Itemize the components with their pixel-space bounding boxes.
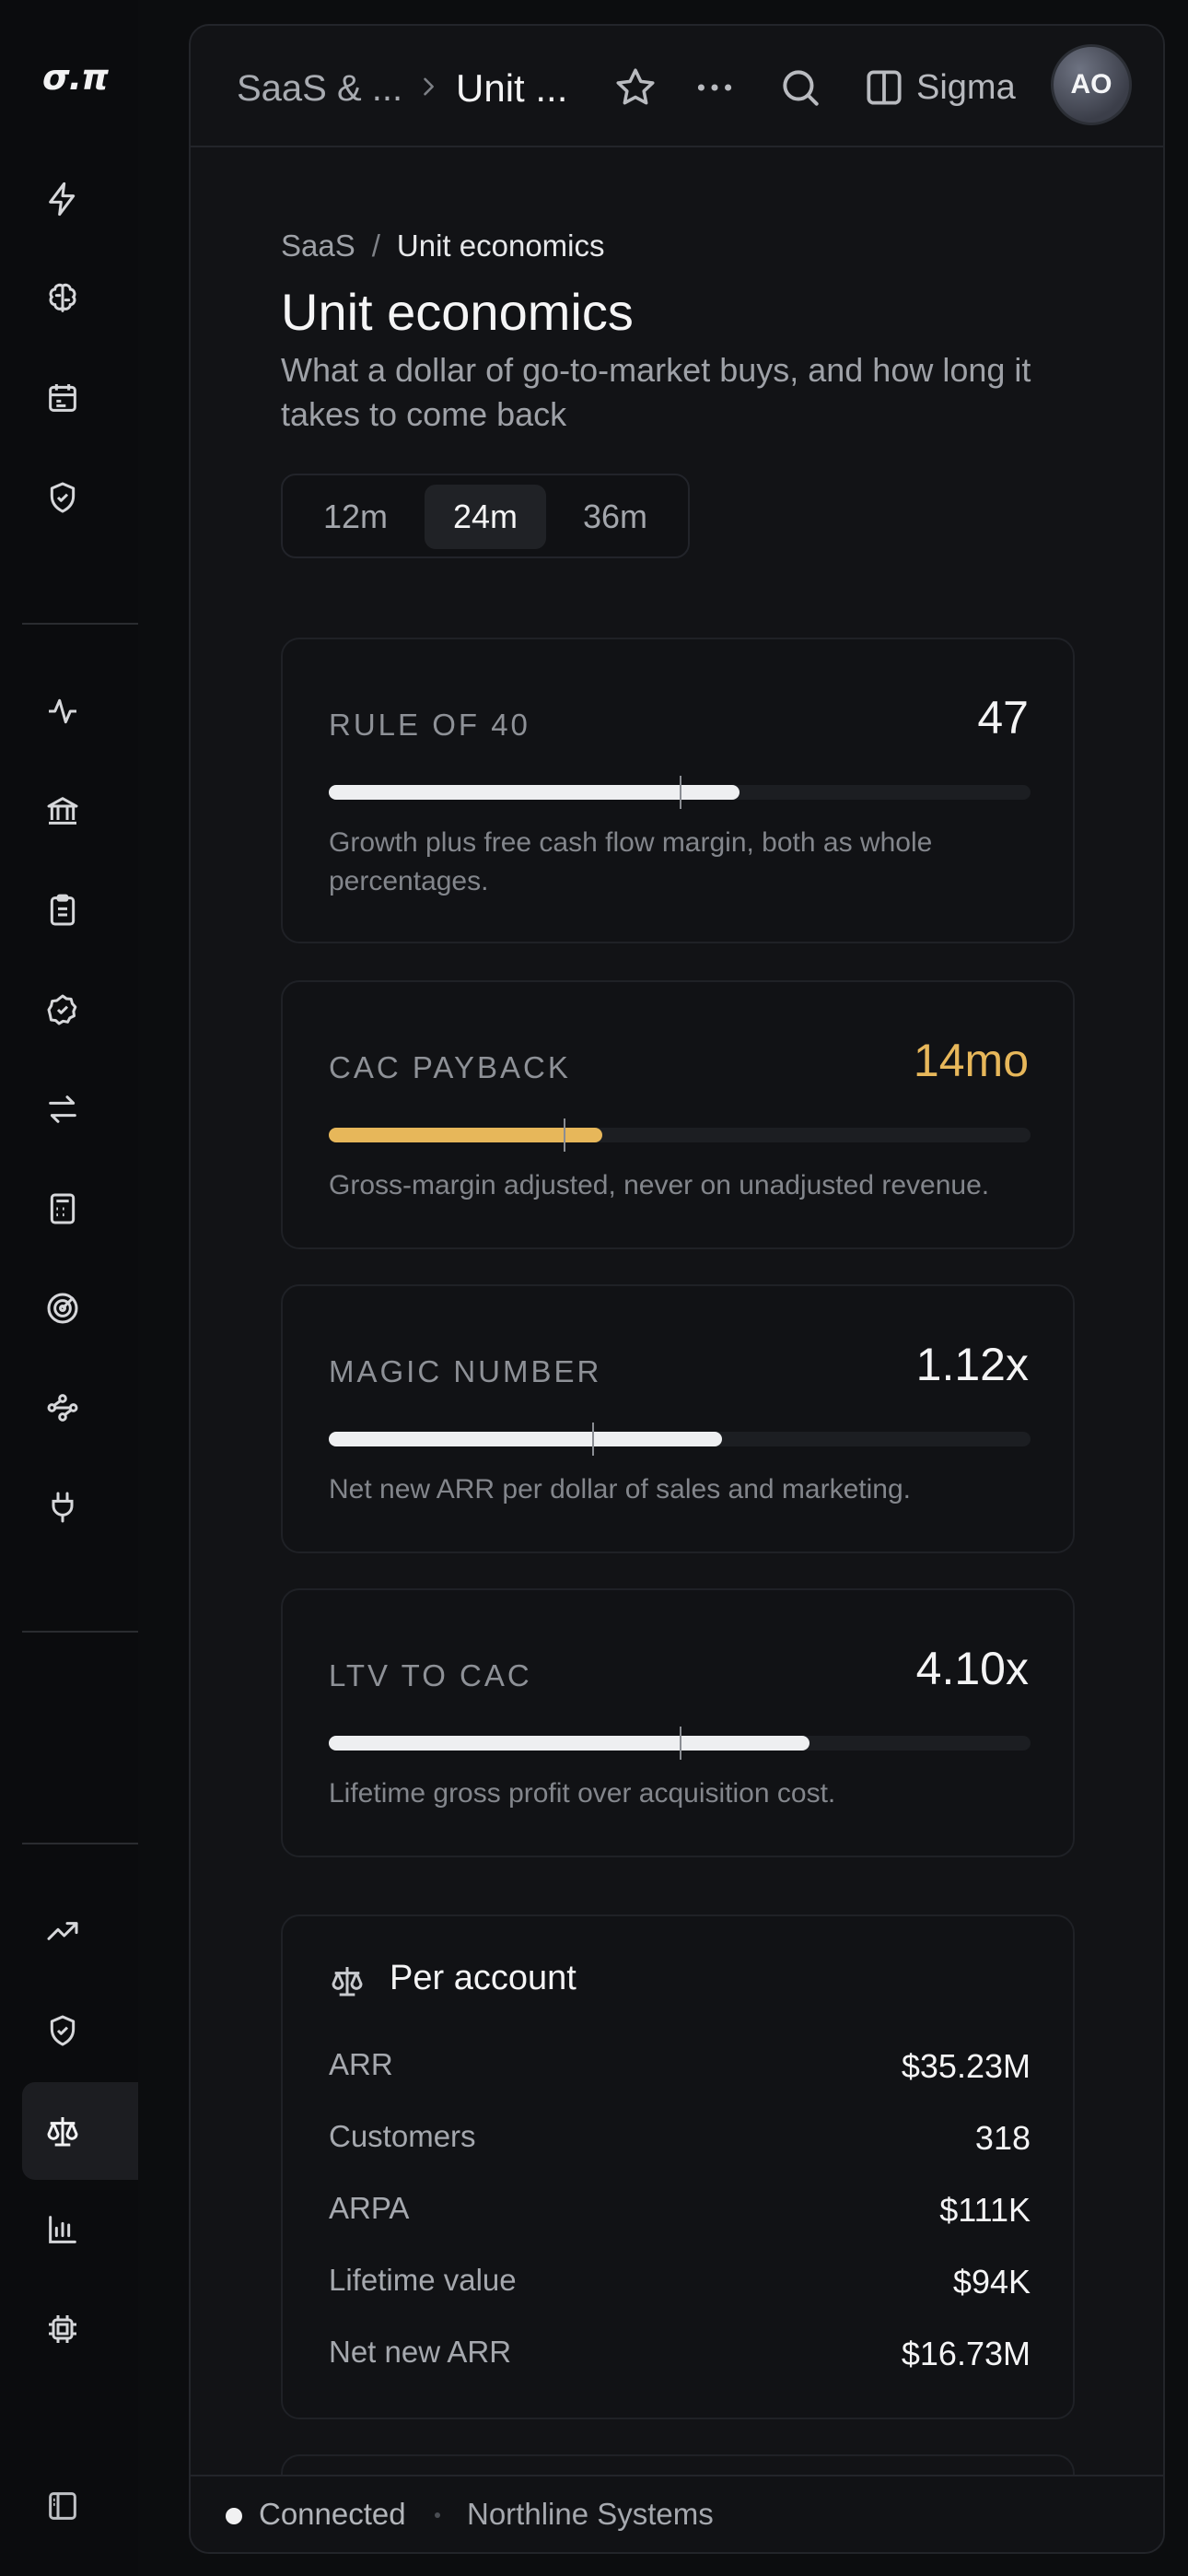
more-icon[interactable] xyxy=(692,64,738,111)
row-value: 318 xyxy=(974,2119,1031,2157)
metric-description: Growth plus free cash flow margin, both … xyxy=(329,827,933,896)
page-title: Unit economics xyxy=(281,283,634,341)
nodes-icon[interactable] xyxy=(41,1386,85,1430)
trending-up-icon[interactable] xyxy=(41,1909,85,1953)
rail-divider xyxy=(22,623,138,625)
breadcrumb: SaaS / Unit economics xyxy=(281,228,605,263)
organization-name[interactable]: Northline Systems xyxy=(467,2497,714,2532)
connection-dot xyxy=(226,2508,242,2524)
range-selector: 12m 24m 36m xyxy=(281,474,690,558)
metric-bar-fill xyxy=(329,785,740,800)
row-label: ARR xyxy=(329,2047,393,2081)
status-bar: Connected Northline Systems xyxy=(191,2475,1163,2552)
sidebar-toggle-icon[interactable] xyxy=(41,2484,85,2528)
page-subtitle: What a dollar of go-to-market buys, and … xyxy=(281,351,1031,433)
metric-label: RULE OF 40 xyxy=(329,708,530,742)
chevron-right-icon xyxy=(415,74,441,100)
workspace-name[interactable]: Sigma xyxy=(916,68,1016,108)
metric-value: 14mo xyxy=(913,1035,1029,1086)
rail-divider xyxy=(22,1843,138,1844)
metric-card-cac-payback: CAC PAYBACK 14mo Gross-margin adjusted, … xyxy=(281,980,1075,1249)
shield-check-icon[interactable] xyxy=(41,2008,85,2053)
arrows-swap-icon[interactable] xyxy=(41,1087,85,1131)
metric-card-rule-of-40: RULE OF 40 47 Growth plus free cash flow… xyxy=(281,638,1075,943)
target-icon[interactable] xyxy=(41,1286,85,1330)
plug-icon[interactable] xyxy=(41,1485,85,1529)
range-option-24m[interactable]: 24m xyxy=(425,485,546,549)
shield-check-icon[interactable] xyxy=(41,475,85,520)
per-account-title: Per account xyxy=(390,1959,577,1997)
bar-chart-icon[interactable] xyxy=(41,2207,85,2252)
per-account-row: Customers 318 xyxy=(329,2119,1031,2165)
per-account-card: Per account ARR $35.23M Customers 318 AR… xyxy=(281,1914,1075,2419)
per-account-row: Lifetime value $94K xyxy=(329,2263,1031,2309)
panel-icon[interactable] xyxy=(861,64,907,111)
metric-label: CAC PAYBACK xyxy=(329,1050,571,1084)
connection-status: Connected xyxy=(259,2497,406,2531)
range-option-36m[interactable]: 36m xyxy=(555,485,675,549)
metric-bar-fill xyxy=(329,1432,722,1446)
metric-bar-fill xyxy=(329,1128,603,1142)
calendar-icon[interactable] xyxy=(41,376,85,420)
bank-icon[interactable] xyxy=(41,789,85,833)
per-account-row: ARPA $111K xyxy=(329,2191,1031,2237)
app-logo[interactable]: σ.π xyxy=(42,57,109,98)
main-panel: SaaS & ... Unit ... Sigma AO SaaS / Unit e… xyxy=(189,24,1165,2554)
clipboard-icon[interactable] xyxy=(41,888,85,932)
metric-value: 47 xyxy=(977,692,1029,744)
metric-card-magic-number: MAGIC NUMBER 1.12x Net new ARR per dolla… xyxy=(281,1284,1075,1553)
metric-description: Gross-margin adjusted, never on unadjust… xyxy=(329,1170,990,1200)
topbar-crumb-parent[interactable]: SaaS & ... xyxy=(237,68,402,110)
per-account-row: ARR $35.23M xyxy=(329,2047,1031,2093)
search-icon[interactable] xyxy=(777,64,823,111)
pulse-icon[interactable] xyxy=(41,689,85,733)
top-bar: SaaS & ... Unit ... Sigma AO xyxy=(191,26,1163,147)
row-value: $94K xyxy=(952,2263,1031,2301)
row-value: $16.73M xyxy=(901,2335,1031,2372)
bolt-icon[interactable] xyxy=(41,177,85,221)
metric-bar-marker xyxy=(564,1118,566,1152)
star-icon[interactable] xyxy=(612,64,658,111)
metric-description: Lifetime gross profit over acquisition c… xyxy=(329,1778,836,1809)
metric-bar-marker xyxy=(591,1423,594,1456)
metric-bar-track xyxy=(329,1423,1031,1456)
metric-description: Net new ARR per dollar of sales and mark… xyxy=(329,1474,911,1505)
row-value: $35.23M xyxy=(901,2047,1031,2085)
metric-card-ltv-to-cac: LTV TO CAC 4.10x Lifetime gross profit o… xyxy=(281,1588,1075,1857)
scale-icon[interactable] xyxy=(41,2109,85,2153)
breadcrumb-root[interactable]: SaaS xyxy=(281,228,355,263)
metric-bar-fill xyxy=(329,1736,809,1751)
range-option-12m[interactable]: 12m xyxy=(296,485,415,549)
metric-value: 1.12x xyxy=(915,1339,1029,1390)
badge-check-icon[interactable] xyxy=(41,988,85,1032)
breadcrumb-separator: / xyxy=(371,228,380,263)
status-separator xyxy=(435,2512,440,2518)
metric-bar-marker xyxy=(680,1727,681,1760)
brain-icon[interactable] xyxy=(41,276,85,321)
app-rail: σ.π xyxy=(0,0,138,2576)
metric-label: MAGIC NUMBER xyxy=(329,1354,602,1388)
scale-icon xyxy=(329,1962,366,1999)
metric-bar-marker xyxy=(680,776,681,809)
metric-bar-track xyxy=(329,1118,1031,1152)
chip-icon[interactable] xyxy=(41,2307,85,2351)
calculator-icon[interactable] xyxy=(41,1187,85,1231)
metric-label: LTV TO CAC xyxy=(329,1658,532,1692)
row-label: Lifetime value xyxy=(329,2263,517,2297)
per-account-row: Net new ARR $16.73M xyxy=(329,2335,1031,2381)
avatar[interactable]: AO xyxy=(1051,44,1132,125)
row-label: Customers xyxy=(329,2119,476,2153)
row-label: Net new ARR xyxy=(329,2335,512,2369)
breadcrumb-current: Unit economics xyxy=(396,228,605,263)
topbar-crumb-current[interactable]: Unit ... xyxy=(456,66,567,111)
metric-bar-track xyxy=(329,1727,1031,1760)
rail-divider xyxy=(22,1631,138,1633)
row-value: $111K xyxy=(939,2191,1031,2229)
row-label: ARPA xyxy=(329,2191,410,2225)
metric-bar-track xyxy=(329,776,1031,809)
metric-value: 4.10x xyxy=(915,1643,1029,1694)
